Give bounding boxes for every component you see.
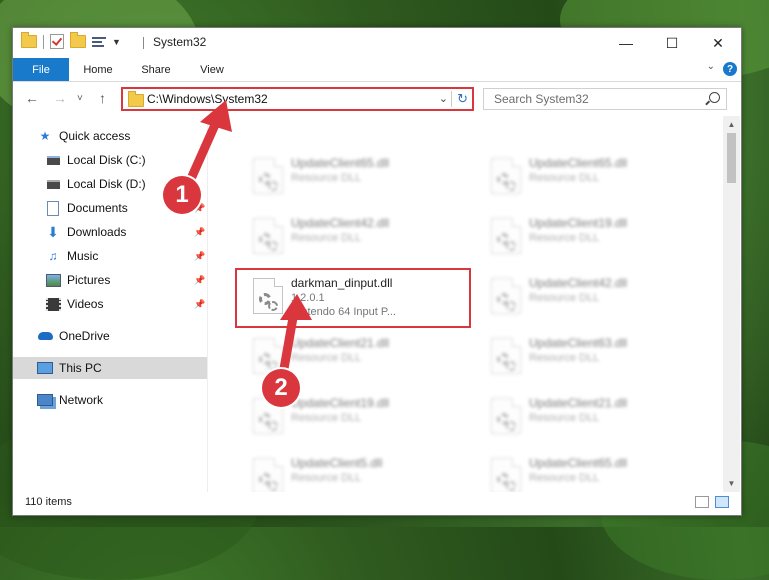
file-item[interactable]: UpdateClient19.dll Resource DLL <box>483 212 713 262</box>
dll-file-icon <box>491 218 521 254</box>
expand-ribbon-icon[interactable]: ⌄ <box>707 61 715 72</box>
dll-file-icon <box>253 458 283 492</box>
tab-share[interactable]: Share <box>131 58 181 81</box>
close-button[interactable]: ✕ <box>695 28 741 58</box>
customize-toolbar-icon[interactable] <box>92 36 106 48</box>
pin-icon[interactable]: 📌 <box>194 227 205 238</box>
minimize-icon: — <box>619 35 633 51</box>
downloads-icon: ⬇ <box>47 223 59 240</box>
file-item[interactable]: UpdateClient5.dll Resource DLL <box>245 452 475 492</box>
videos-icon <box>45 296 61 312</box>
network-icon <box>37 392 53 408</box>
file-item[interactable]: UpdateClient42.dll Resource DLL <box>245 212 475 262</box>
dll-file-icon <box>491 458 521 492</box>
pin-icon[interactable]: 📌 <box>194 299 205 310</box>
properties-check-icon[interactable] <box>50 34 64 49</box>
folder-icon <box>128 91 144 107</box>
dll-file-icon <box>253 158 283 194</box>
status-bar: 110 items <box>13 492 741 515</box>
search-placeholder: Search System32 <box>494 92 589 106</box>
quick-access-toolbar: ▼ <box>21 32 121 49</box>
music-icon: ♫ <box>48 249 58 263</box>
minimize-button[interactable]: — <box>603 28 649 58</box>
star-icon: ★ <box>39 129 51 143</box>
ribbon-tabs: File Home Share View ⌄ ? <box>13 58 741 82</box>
tab-view[interactable]: View <box>189 58 235 81</box>
scroll-thumb[interactable] <box>727 133 736 183</box>
vertical-scrollbar[interactable]: ▲ ▼ <box>723 116 740 492</box>
this-pc-icon <box>37 360 53 376</box>
close-icon: ✕ <box>712 34 724 51</box>
back-arrow-icon[interactable]: ← <box>25 90 39 106</box>
step-badge-1: 1 <box>163 176 201 214</box>
onedrive-icon <box>37 328 53 344</box>
forward-arrow-icon[interactable]: → <box>53 90 67 106</box>
tab-home[interactable]: Home <box>73 58 123 81</box>
drive-icon <box>45 176 61 192</box>
search-input[interactable]: Search System32 <box>483 88 727 110</box>
file-list: UpdateClient65.dll Resource DLL UpdateCl… <box>209 116 723 492</box>
pin-icon[interactable]: 📌 <box>194 251 205 262</box>
window-title: System32 <box>153 35 207 49</box>
file-item[interactable]: UpdateClient65.dll Resource DLL <box>483 152 713 202</box>
file-item[interactable]: UpdateClient42.dll Resource DLL <box>483 272 713 322</box>
pane-divider[interactable] <box>207 116 208 496</box>
dll-file-icon <box>491 158 521 194</box>
details-view-icon[interactable] <box>695 496 709 508</box>
address-path[interactable]: C:\Windows\System32 <box>147 92 268 106</box>
address-bar[interactable]: C:\Windows\System32 ⌄ ↻ <box>121 87 474 111</box>
navigation-bar: ← → ˅ ↑ C:\Windows\System32 ⌄ ↻ Search S… <box>13 82 741 116</box>
file-item[interactable]: UpdateClient63.dll Resource DLL <box>483 332 713 382</box>
highlight-box-file <box>235 268 471 328</box>
maximize-button[interactable]: ☐ <box>649 28 695 58</box>
scroll-down-icon[interactable]: ▼ <box>723 475 740 492</box>
separator <box>451 91 452 107</box>
dll-file-icon <box>491 278 521 314</box>
drive-icon <box>45 152 61 168</box>
chevron-down-icon[interactable]: ▼ <box>112 37 121 47</box>
sidebar-item-this-pc[interactable]: This PC <box>13 357 207 379</box>
sidebar-item-local-disk-c[interactable]: Local Disk (C:) <box>13 149 207 171</box>
sidebar-item-music[interactable]: ♫ Music 📌 <box>13 245 207 267</box>
separator <box>43 34 44 49</box>
file-item[interactable]: UpdateClient65.dll Resource DLL <box>245 152 475 202</box>
recent-locations-icon[interactable]: ˅ <box>77 93 83 104</box>
sidebar-item-onedrive[interactable]: OneDrive <box>13 325 207 347</box>
sidebar-item-pictures[interactable]: Pictures 📌 <box>13 269 207 291</box>
sidebar-item-network[interactable]: Network <box>13 389 207 411</box>
refresh-icon[interactable]: ↻ <box>457 91 468 107</box>
up-arrow-icon[interactable]: ↑ <box>99 90 106 106</box>
step-badge-2: 2 <box>262 369 300 407</box>
tiles-view-icon[interactable] <box>715 496 729 508</box>
file-item[interactable]: UpdateClient65.dll Resource DLL <box>483 452 713 492</box>
pin-icon[interactable]: 📌 <box>194 275 205 286</box>
title-bar: ▼ System32 — ☐ ✕ <box>13 28 741 58</box>
item-count: 110 items <box>25 496 72 508</box>
new-folder-icon[interactable] <box>70 32 86 48</box>
documents-icon <box>45 200 61 216</box>
explorer-window: ▼ System32 — ☐ ✕ File Home Share View ⌄ … <box>12 27 742 516</box>
scroll-up-icon[interactable]: ▲ <box>723 116 740 133</box>
tab-file[interactable]: File <box>13 58 69 81</box>
maximize-icon: ☐ <box>665 34 679 51</box>
folder-icon <box>21 32 37 48</box>
sidebar-item-quick-access[interactable]: ★ Quick access <box>13 125 207 147</box>
pictures-icon <box>45 272 61 288</box>
dll-file-icon <box>491 338 521 374</box>
file-item[interactable]: UpdateClient21.dll Resource DLL <box>483 392 713 442</box>
sidebar-item-downloads[interactable]: ⬇ Downloads 📌 <box>13 221 207 243</box>
separator <box>143 37 144 49</box>
sidebar-item-videos[interactable]: Videos 📌 <box>13 293 207 315</box>
dll-file-icon <box>491 398 521 434</box>
dll-file-icon <box>253 218 283 254</box>
chevron-down-icon[interactable]: ⌄ <box>439 92 448 105</box>
search-icon[interactable] <box>709 92 720 103</box>
help-icon[interactable]: ? <box>723 62 737 76</box>
